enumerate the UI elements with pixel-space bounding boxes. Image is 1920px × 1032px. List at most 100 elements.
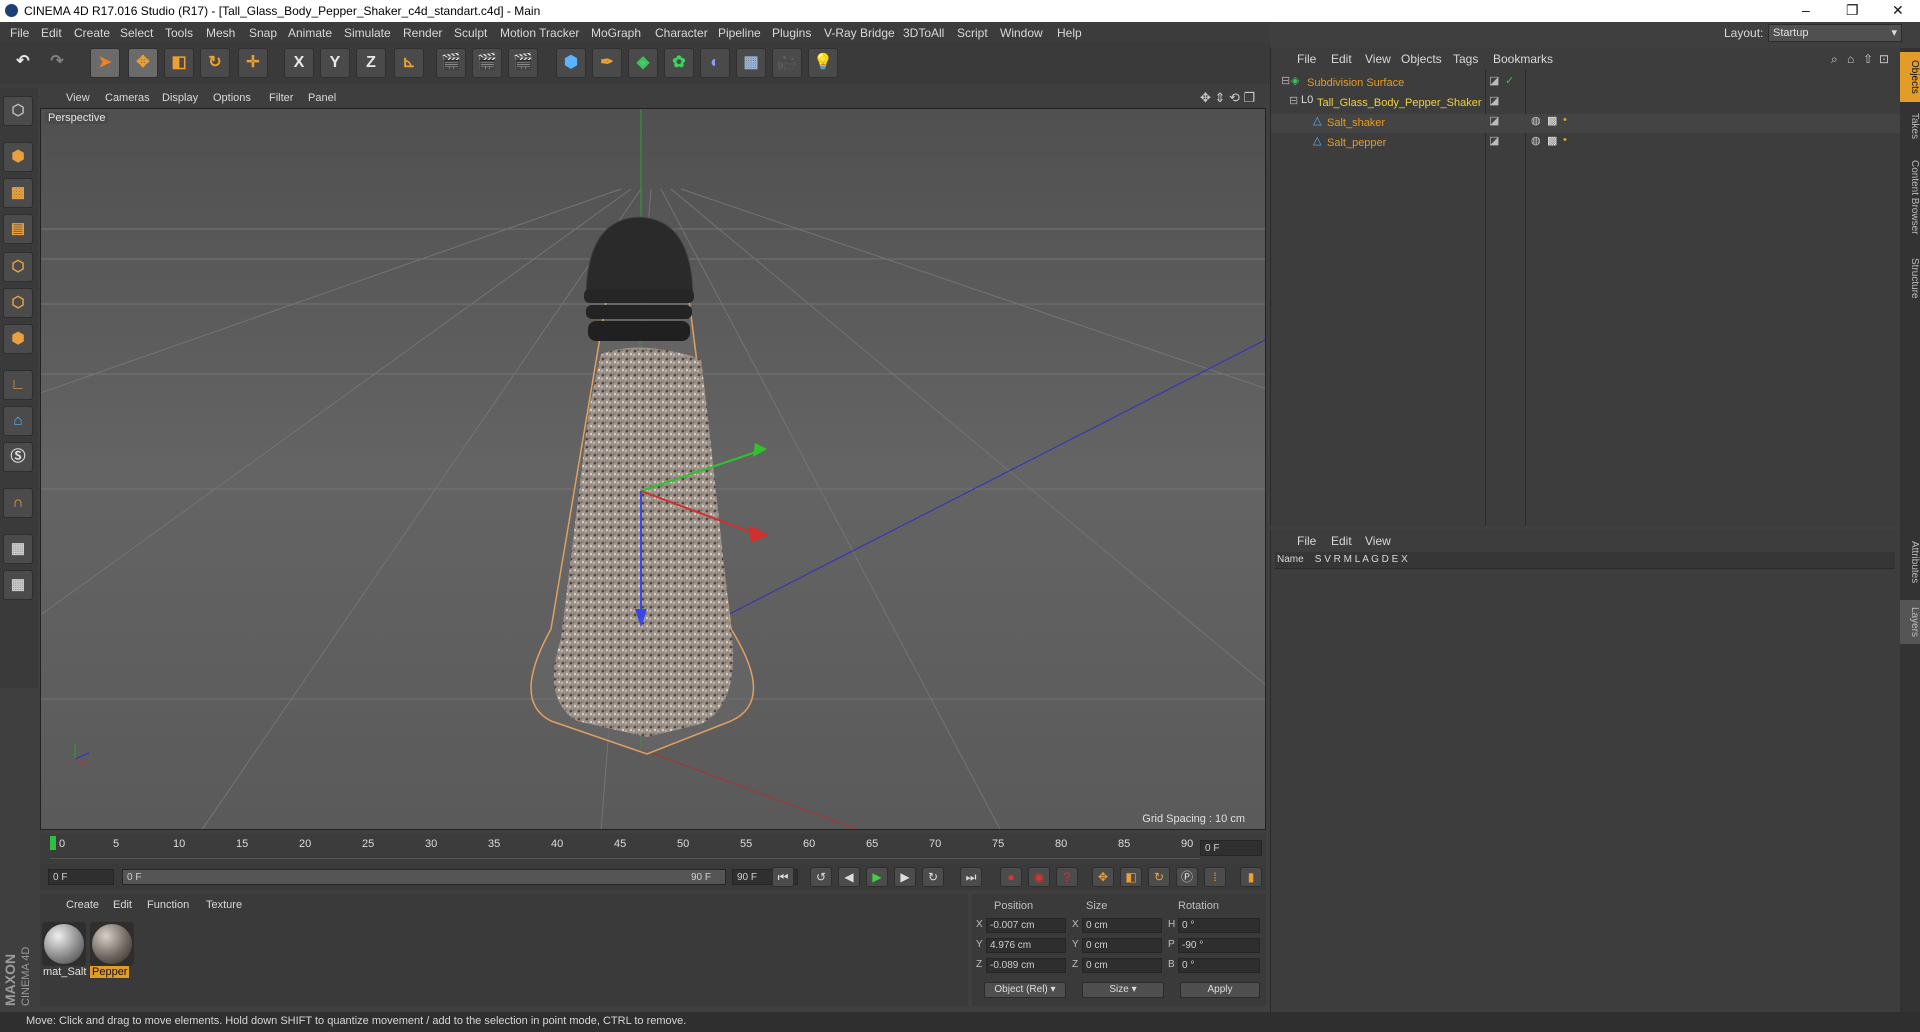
menu-3dtoall[interactable]: 3DToAll [903,26,944,40]
menu-vray-bridge[interactable]: V-Ray Bridge [824,26,895,40]
scale-tool-button[interactable]: ◧ [164,48,194,78]
size-mode-dropdown[interactable]: Size ▾ [1082,982,1164,998]
object-row-salt-pepper[interactable]: △ Salt_pepper ◪ ◍ ▩ • [1271,134,1901,153]
viewport-menu-cameras[interactable]: Cameras [105,92,150,104]
render-view-button[interactable]: 🎬 [436,48,466,78]
model-mode-button[interactable]: ⬢ [3,142,33,172]
add-scene-button[interactable]: ▦ [736,48,766,78]
menu-animate[interactable]: Animate [288,26,332,40]
menu-snap[interactable]: Snap [249,26,277,40]
layers-menu-edit[interactable]: Edit [1331,534,1352,548]
rotate-tool-button[interactable]: ↻ [200,48,230,78]
previous-frame-button[interactable]: ◀ [838,867,860,887]
layout-select[interactable]: Startup ▾ [1768,24,1902,42]
menu-motion-tracker[interactable]: Motion Tracker [500,26,579,40]
polygons-mode-button[interactable]: ⬢ [3,324,33,354]
snap-button[interactable]: ∩ [3,488,33,518]
apply-button[interactable]: Apply [1180,982,1260,998]
close-button[interactable]: ✕ [1892,2,1904,19]
keyframe-selection-button[interactable]: ? [1056,867,1078,887]
layers-menu-view[interactable]: View [1365,534,1391,548]
collapse-icon[interactable]: ⊟ [1281,74,1290,87]
add-deformer-button[interactable]: ◐ [700,48,730,78]
menu-select[interactable]: Select [120,26,153,40]
key-pla-button[interactable]: ⁞ [1204,867,1226,887]
add-array-button[interactable]: ✿ [664,48,694,78]
go-to-end-button[interactable]: ⏭ [960,867,982,887]
next-key-button[interactable]: ↻ [922,867,944,887]
workplane-mode-button[interactable]: ▤ [3,214,33,244]
menu-script[interactable]: Script [957,26,988,40]
tab-attributes[interactable]: Attributes [1900,530,1920,594]
material-menu-texture[interactable]: Texture [206,899,242,911]
key-parameter-button[interactable]: Ⓟ [1176,867,1198,887]
next-frame-button[interactable]: ▶ [894,867,916,887]
menu-mograph[interactable]: MoGraph [591,26,641,40]
objects-menu-objects[interactable]: Objects [1401,52,1442,66]
redo-button[interactable]: ↷ [42,48,72,78]
phong-tag-icon[interactable]: • [1563,134,1567,146]
last-tool-button[interactable]: ✛ [238,48,268,78]
minimize-button[interactable]: – [1802,2,1810,18]
maximize-button[interactable]: ❐ [1846,2,1859,19]
current-frame-field[interactable]: 0 F [1200,840,1262,856]
material-swatch-salt[interactable] [42,922,86,966]
enable-axis-button[interactable]: ∟ [3,370,33,400]
select-tool-button[interactable]: ➤ [90,48,120,78]
size-y-field[interactable]: 0 cm [1082,938,1162,953]
add-light-button[interactable]: 💡 [808,48,838,78]
previous-key-button[interactable]: ↺ [810,867,832,887]
menu-render[interactable]: Render [403,26,442,40]
coordinate-mode-dropdown[interactable]: Object (Rel) ▾ [984,982,1066,998]
key-position-button[interactable]: ✥ [1092,867,1114,887]
solo-button[interactable]: Ⓢ [3,442,33,472]
objects-menu-bookmarks[interactable]: Bookmarks [1493,52,1553,66]
layers-menu-file[interactable]: File [1297,534,1316,548]
timeline-window-button[interactable]: ▮ [1240,867,1262,887]
z-axis-button[interactable]: Z [356,48,386,78]
undo-button[interactable]: ↶ [8,48,38,78]
edges-mode-button[interactable]: ⬡ [3,288,33,318]
objects-menu-view[interactable]: View [1365,52,1391,66]
3d-viewport[interactable]: Perspective Grid Spacing : 10 cm [40,108,1266,830]
size-z-field[interactable]: 0 cm [1082,958,1162,973]
rotation-h-field[interactable]: 0 ° [1178,918,1260,933]
material-tag-icon[interactable]: ◍ [1531,114,1541,127]
object-row-tall-glass-body[interactable]: ⊟ L0 Tall_Glass_Body_Pepper_Shaker ◪ [1271,94,1901,113]
menu-edit[interactable]: Edit [41,26,62,40]
menu-plugins[interactable]: Plugins [772,26,811,40]
coordinate-system-button[interactable]: ⊾ [394,48,424,78]
locked-workplane-button[interactable]: ▦ [3,570,33,600]
position-x-field[interactable]: -0.007 cm [986,918,1066,933]
start-frame-field[interactable]: 0 F [48,869,114,885]
render-settings-button[interactable]: 🎬 [508,48,538,78]
up-arrow-icon[interactable]: ⇧ [1863,52,1873,66]
size-x-field[interactable]: 0 cm [1082,918,1162,933]
rotation-p-field[interactable]: -90 ° [1178,938,1260,953]
menu-tools[interactable]: Tools [165,26,193,40]
tab-layers[interactable]: Layers [1900,600,1920,644]
menu-mesh[interactable]: Mesh [206,26,235,40]
menu-pipeline[interactable]: Pipeline [718,26,761,40]
key-rotation-button[interactable]: ↻ [1148,867,1170,887]
add-cube-button[interactable]: ⬢ [556,48,586,78]
menu-simulate[interactable]: Simulate [344,26,391,40]
material-tag-icon[interactable]: ◍ [1531,134,1541,147]
material-swatch-pepper[interactable] [90,922,134,966]
search-icon[interactable]: ⌕ [1831,52,1838,67]
material-menu-create[interactable]: Create [66,899,99,911]
menu-help[interactable]: Help [1057,26,1082,40]
add-spline-button[interactable]: ✒ [592,48,622,78]
tweak-mode-button[interactable]: ⌂ [3,406,33,436]
objects-menu-edit[interactable]: Edit [1331,52,1352,66]
autokey-button[interactable]: ◉ [1028,867,1050,887]
object-row-salt-shaker[interactable]: △ Salt_shaker ◪ ◍ ▩ • [1271,114,1901,133]
tab-content-browser[interactable]: Content Browser [1900,152,1920,242]
home-icon[interactable]: ⌂ [1847,52,1854,66]
play-button[interactable]: ▶ [866,867,888,887]
object-row-subdivision[interactable]: ⊟ ◈ Subdivision Surface ◪ ✓ [1271,74,1901,93]
phong-tag-icon[interactable]: • [1563,114,1567,126]
tab-objects[interactable]: Objects [1900,52,1920,102]
menu-window[interactable]: Window [1000,26,1043,40]
position-z-field[interactable]: -0.089 cm [986,958,1066,973]
